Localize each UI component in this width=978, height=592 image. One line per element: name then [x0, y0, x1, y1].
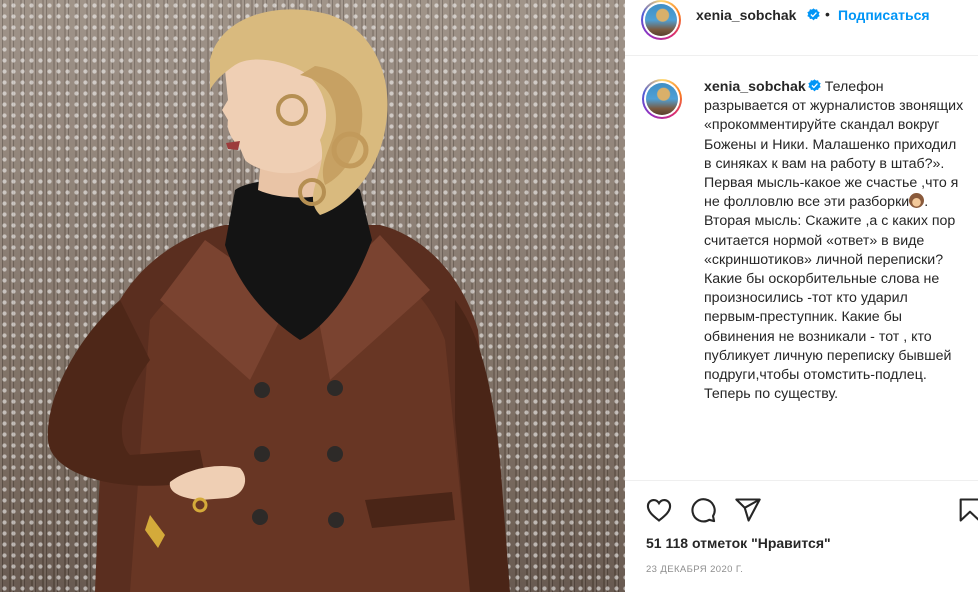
caption-verified-icon [808, 79, 821, 92]
follow-button[interactable]: Подписаться [838, 7, 930, 23]
likes-count[interactable]: 51 118 отметок "Нравится" [646, 535, 831, 551]
caption-username[interactable]: xenia_sobchak [704, 79, 806, 95]
post-caption: xenia_sobchak Телефон разрывается от журн… [704, 78, 966, 404]
header-username[interactable]: xenia_sobchak [696, 7, 796, 23]
caption-text-1: Телефон разрывается от журналистов звоня… [704, 79, 964, 211]
caption-period: . [924, 194, 929, 211]
comments-section[interactable]: xenia_sobchak Телефон разрывается от журн… [625, 57, 978, 479]
caption-paragraph: xenia_sobchak Телефон разрывается от журн… [704, 78, 966, 212]
share-icon[interactable] [734, 496, 762, 524]
post-actions: 51 118 отметок "Нравится" 23 ДЕКАБРЯ 202… [625, 480, 978, 592]
verified-badge-icon [807, 8, 820, 21]
caption-text-4: Теперь по существу. [704, 386, 839, 403]
heart-icon[interactable] [645, 496, 673, 524]
bookmark-icon[interactable] [956, 496, 978, 524]
post-header: xenia_sobchak • Подписаться [625, 0, 978, 56]
post-details-panel: xenia_sobchak • Подписаться xenia_sobcha… [625, 0, 978, 592]
post-photo-figure [47, 9, 510, 592]
caption-avatar[interactable] [642, 79, 682, 119]
post-photo[interactable] [0, 0, 625, 592]
caption-text-3: Какие бы оскорбительные слова не произно… [704, 271, 952, 384]
caption-text-2: Вторая мысль: Скажите ,а с каких пор счи… [704, 213, 956, 268]
comment-icon[interactable] [689, 496, 717, 524]
header-separator: • [825, 6, 830, 22]
post-date[interactable]: 23 ДЕКАБРЯ 2020 Г. [646, 564, 743, 575]
avatar[interactable] [641, 0, 681, 40]
see-no-evil-monkey-icon [909, 193, 925, 209]
